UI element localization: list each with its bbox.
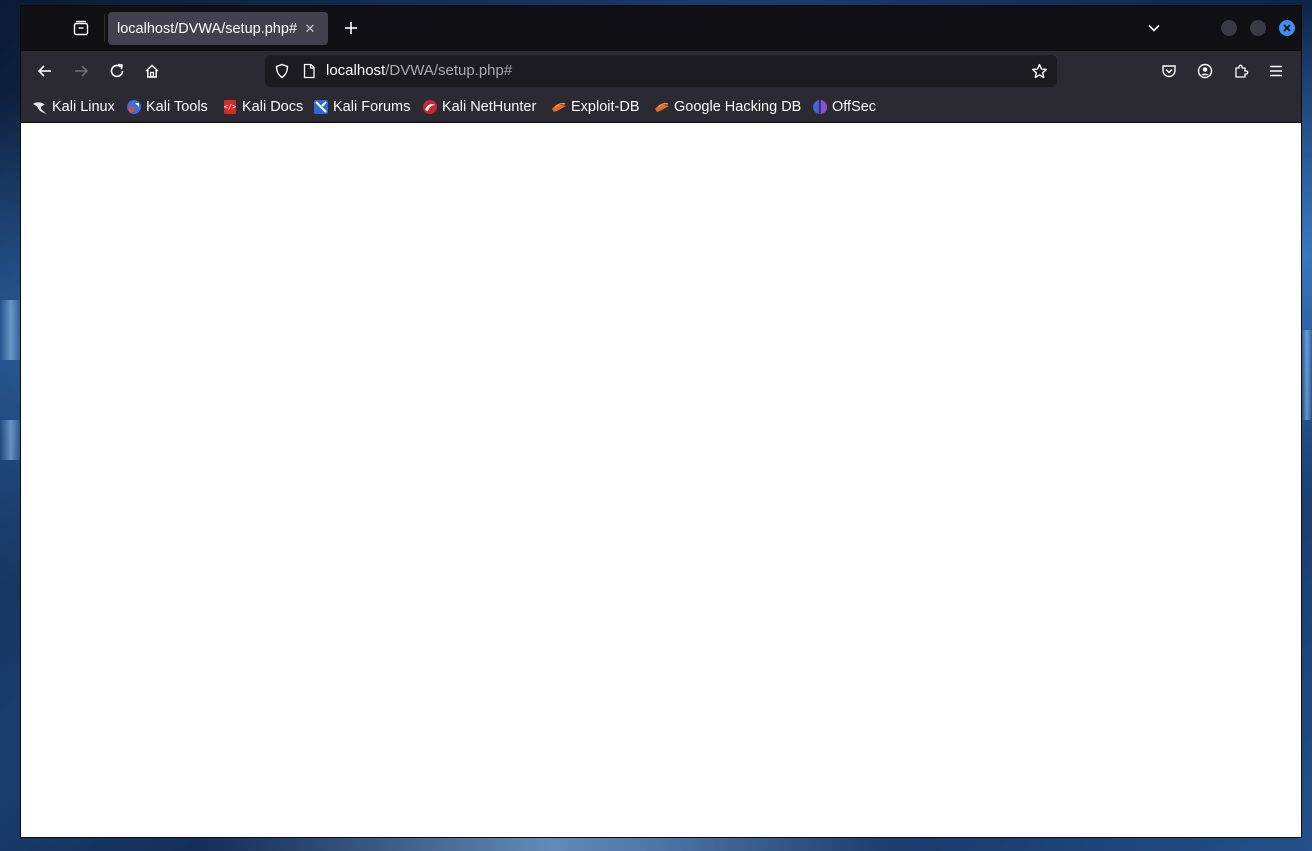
exploit-db-icon	[551, 99, 567, 115]
url-text[interactable]: localhost/DVWA/setup.php#	[326, 62, 512, 80]
bookmark-label: Google Hacking DB	[674, 99, 802, 115]
kali-docs-icon: </>	[222, 99, 238, 115]
bookmark-exploit-db[interactable]: Exploit-DB	[551, 97, 640, 117]
bookmark-label: Kali Docs	[242, 99, 304, 115]
bookmark-kali-linux[interactable]: Kali Linux	[32, 97, 115, 117]
kali-forums-icon	[313, 99, 329, 115]
tab-close-icon[interactable]: ✕	[302, 21, 318, 37]
minimize-button[interactable]	[1221, 20, 1237, 36]
forward-button[interactable]	[67, 57, 95, 85]
hamburger-menu-icon	[1270, 65, 1282, 77]
bookmark-label: Kali Forums	[333, 99, 411, 115]
pocket-button[interactable]	[1155, 57, 1183, 85]
close-icon	[1283, 24, 1291, 32]
reload-button[interactable]	[103, 57, 131, 85]
arrow-right-icon	[75, 65, 89, 77]
page-info-icon[interactable]	[300, 62, 318, 80]
tab-separator	[104, 14, 105, 42]
browser-window: localhost/DVWA/setup.php# ✕ localhost/DV…	[21, 6, 1301, 837]
bookmark-offsec[interactable]: OffSec	[812, 97, 876, 117]
tab-title: localhost/DVWA/setup.php#	[117, 20, 298, 37]
navigation-toolbar: localhost/DVWA/setup.php#	[21, 51, 1301, 91]
url-bar[interactable]: localhost/DVWA/setup.php#	[265, 55, 1057, 87]
tracking-protection-shield-icon[interactable]	[273, 62, 291, 80]
bookmark-kali-nethunter[interactable]: Kali NetHunter	[422, 97, 536, 117]
bookmark-label: Kali Tools	[146, 99, 208, 115]
back-button[interactable]	[31, 57, 59, 85]
url-path: /DVWA/setup.php#	[385, 62, 513, 79]
offsec-icon	[812, 99, 828, 115]
url-host: localhost	[326, 62, 386, 79]
arrow-left-icon	[37, 65, 51, 77]
bookmark-label: Exploit-DB	[571, 99, 640, 115]
tab-bar: localhost/DVWA/setup.php# ✕	[21, 6, 1301, 51]
pocket-icon	[1162, 65, 1176, 78]
bookmark-google-hacking-db[interactable]: Google Hacking DB	[654, 97, 801, 117]
bookmark-kali-forums[interactable]: Kali Forums	[313, 97, 410, 117]
tab-active[interactable]: localhost/DVWA/setup.php# ✕	[108, 12, 328, 45]
home-icon	[145, 64, 159, 78]
kali-dragon-icon	[32, 99, 48, 115]
account-button[interactable]	[1191, 57, 1219, 85]
new-tab-icon[interactable]	[339, 16, 363, 40]
svg-text:</>: </>	[224, 103, 237, 111]
bookmark-kali-docs[interactable]: </> Kali Docs	[222, 97, 304, 117]
google-hacking-db-icon	[654, 99, 670, 115]
app-menu-button[interactable]	[1262, 57, 1290, 85]
puzzle-piece-icon	[1235, 64, 1249, 78]
list-all-tabs-icon[interactable]	[1142, 16, 1166, 40]
extensions-button[interactable]	[1227, 57, 1255, 85]
bookmark-label: OffSec	[832, 99, 877, 115]
bookmarks-toolbar: Kali Linux Kali Tools </> Kali Docs Kali…	[21, 91, 1301, 123]
close-window-button[interactable]	[1279, 20, 1295, 36]
home-button[interactable]	[138, 57, 166, 85]
kali-nethunter-icon	[422, 99, 438, 115]
tab-manager-icon[interactable]	[69, 16, 93, 40]
bookmark-label: Kali NetHunter	[442, 99, 537, 115]
maximize-button[interactable]	[1250, 20, 1266, 36]
bookmark-kali-tools[interactable]: Kali Tools	[126, 97, 208, 117]
page-content	[21, 123, 1301, 837]
bookmark-label: Kali Linux	[52, 99, 115, 115]
kali-tools-icon	[126, 99, 142, 115]
reload-icon	[110, 63, 124, 78]
bookmark-star-icon[interactable]	[1030, 62, 1048, 80]
account-icon	[1197, 63, 1213, 79]
